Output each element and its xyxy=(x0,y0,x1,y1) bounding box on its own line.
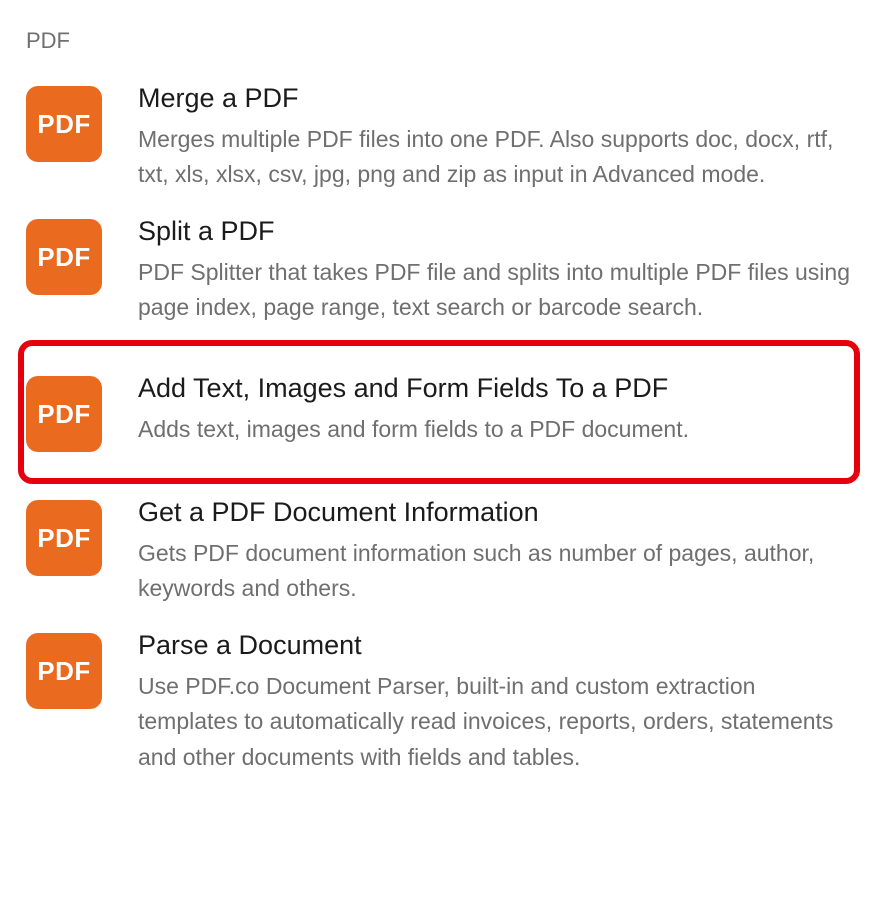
list-item-title: Get a PDF Document Information xyxy=(138,496,850,530)
list-item-title: Add Text, Images and Form Fields To a PD… xyxy=(138,372,844,406)
pdf-icon: PDF xyxy=(26,500,102,576)
list-item[interactable]: PDF Split a PDF PDF Splitter that takes PD… xyxy=(26,205,850,338)
list-item-description: Gets PDF document information such as nu… xyxy=(138,536,850,607)
list-item-description: Merges multiple PDF files into one PDF. … xyxy=(138,122,850,193)
list-item-body: Add Text, Images and Form Fields To a PD… xyxy=(138,372,844,447)
list-item-body: Split a PDF PDF Splitter that takes PDF f… xyxy=(138,215,850,326)
pdf-icon: PDF xyxy=(26,86,102,162)
action-list: PDF Merge a PDF Merges multiple PDF files … xyxy=(26,72,850,788)
list-item[interactable]: PDF Parse a Document Use PDF.co Document P… xyxy=(26,619,850,788)
list-item-body: Get a PDF Document Information Gets PDF d… xyxy=(138,496,850,607)
list-item-title: Merge a PDF xyxy=(138,82,850,116)
list-item-body: Merge a PDF Merges multiple PDF files int… xyxy=(138,82,850,193)
list-item-title: Split a PDF xyxy=(138,215,850,249)
list-item-body: Parse a Document Use PDF.co Document Pars… xyxy=(138,629,850,776)
list-item[interactable]: PDF Merge a PDF Merges multiple PDF files … xyxy=(26,72,850,205)
list-item-description: PDF Splitter that takes PDF file and spl… xyxy=(138,255,850,326)
list-item-title: Parse a Document xyxy=(138,629,850,663)
pdf-icon: PDF xyxy=(26,376,102,452)
pdf-icon: PDF xyxy=(26,633,102,709)
list-item-description: Use PDF.co Document Parser, built-in and… xyxy=(138,669,850,776)
section-header: PDF xyxy=(26,28,850,54)
list-item-description: Adds text, images and form fields to a P… xyxy=(138,412,844,448)
list-item[interactable]: PDF Add Text, Images and Form Fields To a… xyxy=(18,340,860,484)
list-item[interactable]: PDF Get a PDF Document Information Gets PD… xyxy=(26,486,850,619)
pdf-icon: PDF xyxy=(26,219,102,295)
